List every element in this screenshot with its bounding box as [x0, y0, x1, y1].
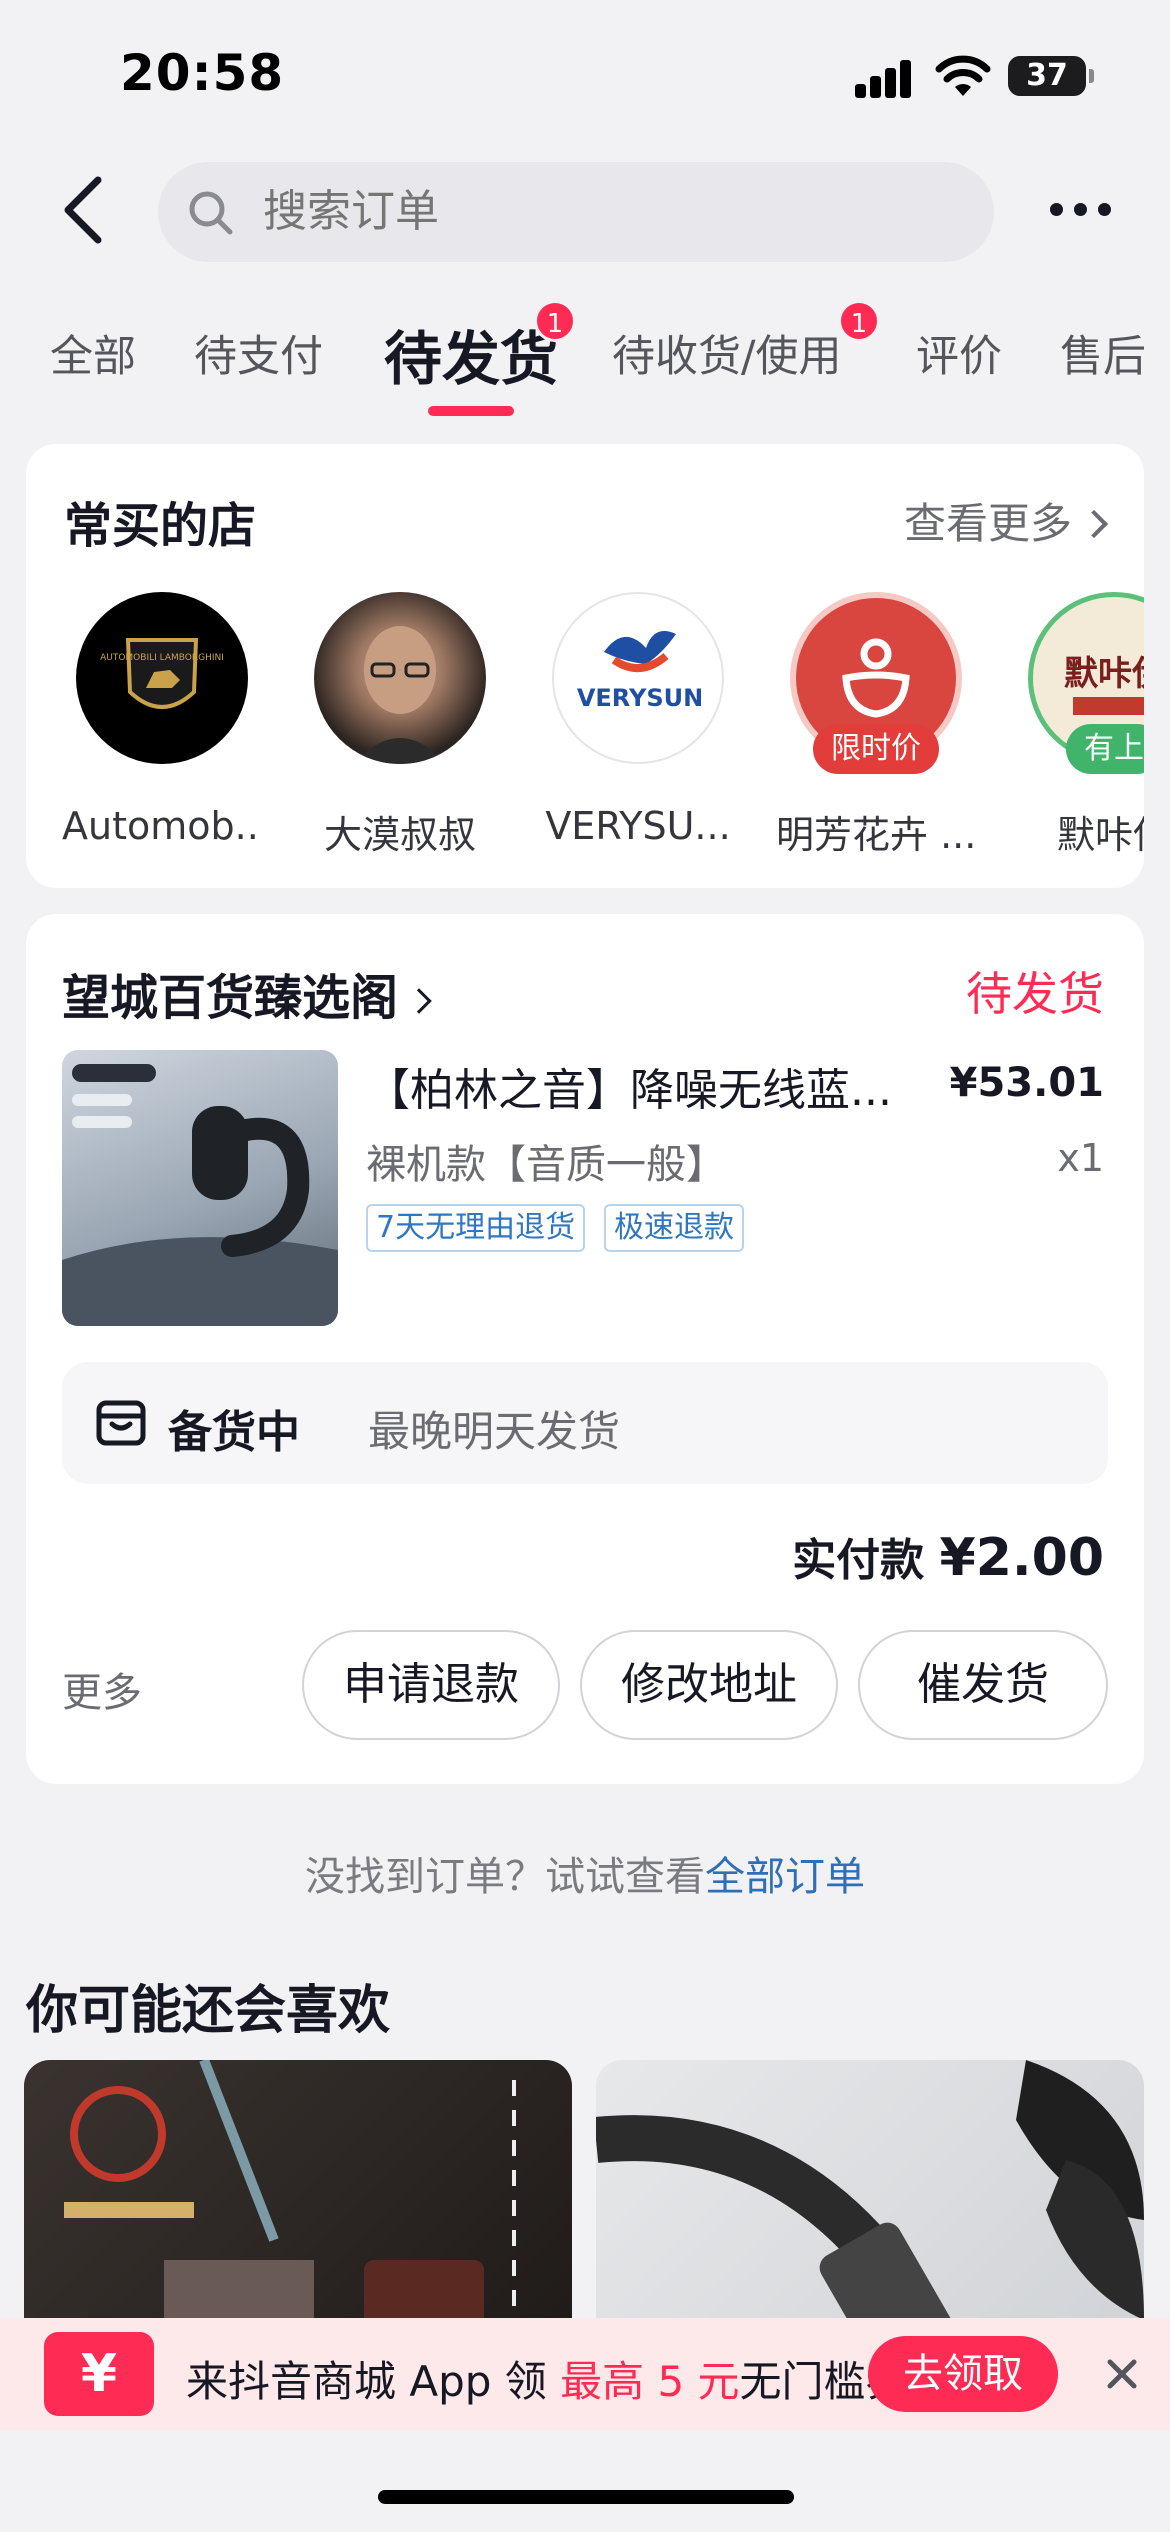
new-arrival-badge: 有上 — [1066, 724, 1144, 774]
chevron-right-icon — [406, 988, 432, 1014]
paid-amount: ¥2.00 — [939, 1528, 1104, 1588]
order-tabs: 全部 待支付 待发货 1 待收货/使用 1 评价 售后 — [0, 300, 1170, 420]
coupon-icon: ¥ — [44, 2332, 154, 2416]
tab-all[interactable]: 全部 — [50, 322, 136, 384]
service-tag: 极速退款 — [604, 1204, 744, 1252]
shop-name: 大漠叔叔 — [323, 813, 476, 857]
search-bar[interactable] — [158, 162, 994, 262]
shop-item[interactable]: AUTOMOBILI LAMBORGHINI Automob... — [62, 592, 262, 848]
more-actions-link[interactable]: 更多 — [62, 1660, 142, 1718]
coupon-promo-banner[interactable]: ¥ 来抖音商城 App 领 最高 5 元无门槛券 去领取 — [0, 2318, 1170, 2430]
shop-avatar — [314, 592, 486, 764]
product-title[interactable]: 【柏林之音】降噪无线蓝... — [366, 1054, 926, 1118]
claim-coupon-button[interactable]: 去领取 — [868, 2336, 1058, 2412]
tab-pending-receipt[interactable]: 待收货/使用 — [612, 322, 842, 384]
view-more-link[interactable]: 查看更多 — [903, 490, 1109, 551]
shop-item[interactable]: 大漠叔叔 — [300, 592, 500, 859]
chevron-right-icon — [1079, 509, 1109, 539]
ship-deadline-text: 最晚明天发货 — [368, 1407, 621, 1456]
product-price: ¥53.01 — [949, 1060, 1104, 1106]
logo-text: VERYSUN — [577, 684, 703, 712]
lamborghini-logo-icon: AUTOMOBILI LAMBORGHINI — [100, 638, 224, 709]
status-time: 20:58 — [120, 44, 285, 102]
shop-item[interactable]: 限时价 明芳花卉 ... — [776, 592, 976, 859]
person-photo-icon — [354, 626, 446, 764]
frequent-shops-card: 常买的店 查看更多 AUTOMOBILI LAMBORGHINI Automob… — [26, 444, 1144, 888]
home-indicator[interactable] — [378, 2490, 794, 2504]
tab-badge: 1 — [534, 300, 576, 342]
promo-text: 来抖音商城 App 领 最高 5 元无门槛券 — [186, 2348, 908, 2409]
paid-amount-row: 实付款 ¥2.00 — [792, 1524, 1104, 1588]
verysun-logo-icon: VERYSUN — [577, 631, 703, 712]
service-tag: 7天无理由退货 — [366, 1204, 586, 1252]
order-card[interactable]: 望城百货臻选阁 待发货 【柏林之音】降噪无线蓝... ¥53.01 裸机款【音质… — [26, 914, 1144, 1784]
battery-icon: 37 — [1008, 56, 1094, 96]
more-options-icon[interactable] — [1050, 190, 1112, 230]
shop-item[interactable]: VERYSUN VERYSU... — [538, 592, 738, 848]
package-icon — [96, 1400, 146, 1446]
paid-label: 实付款 — [792, 1535, 925, 1586]
earphone-product-icon — [62, 1064, 338, 1326]
promo-highlight: 最高 5 元 — [560, 2357, 740, 2406]
tab-badge: 1 — [838, 300, 880, 342]
store-name: 望城百货臻选阁 — [62, 970, 399, 1026]
shop-name: 默咔伊 — [1056, 813, 1144, 857]
shipping-status-row[interactable]: 备货中 最晚明天发货 — [62, 1362, 1108, 1484]
product-quantity: x1 — [1057, 1136, 1104, 1180]
store-name-link[interactable]: 望城百货臻选阁 — [62, 958, 432, 1028]
status-bar: 20:58 37 — [0, 0, 1170, 150]
search-icon — [189, 191, 233, 235]
logo-text: AUTOMOBILI LAMBORGHINI — [100, 653, 224, 663]
view-more-label: 查看更多 — [903, 499, 1072, 548]
tab-reviews[interactable]: 评价 — [916, 322, 1002, 384]
tab-pending-shipment[interactable]: 待发货 — [384, 312, 558, 396]
close-icon[interactable] — [1100, 2352, 1144, 2396]
not-found-hint: 没找到订单？试试查看全部订单 — [0, 1844, 1170, 1902]
stock-status-label: 备货中 — [168, 1407, 300, 1458]
shop-name: 明芳花卉 ... — [776, 813, 976, 857]
order-status: 待发货 — [966, 967, 1104, 1021]
shop-avatar: VERYSUN — [552, 592, 724, 764]
product-spec: 裸机款【音质一般】 — [366, 1142, 726, 1188]
urge-shipment-button[interactable]: 催发货 — [858, 1630, 1108, 1740]
limited-price-badge: 限时价 — [813, 724, 939, 774]
section-title: 常买的店 — [64, 498, 257, 554]
recommend-title: 你可能还会喜欢 — [26, 1981, 391, 2041]
all-orders-link[interactable]: 全部订单 — [705, 1854, 865, 1900]
shop-item[interactable]: 默咔伊 有上 默咔伊 — [1014, 592, 1144, 859]
not-found-text: 没找到订单？试试查看 — [305, 1854, 705, 1900]
back-arrow-icon[interactable] — [50, 170, 120, 250]
active-tab-indicator — [428, 406, 514, 416]
tab-after-sales[interactable]: 售后 — [1060, 322, 1146, 384]
tab-pending-payment[interactable]: 待支付 — [194, 322, 323, 384]
wifi-icon — [935, 55, 991, 96]
shop-name: VERYSU... — [545, 804, 731, 848]
logo-text: 默咔伊 — [1064, 654, 1144, 694]
change-address-button[interactable]: 修改地址 — [580, 1630, 838, 1740]
promo-text-before: 来抖音商城 App 领 — [186, 2357, 561, 2406]
request-refund-button[interactable]: 申请退款 — [302, 1630, 560, 1740]
search-input[interactable] — [263, 162, 963, 262]
product-image[interactable] — [62, 1050, 338, 1326]
cellular-signal-icon — [855, 58, 913, 98]
shop-avatar: AUTOMOBILI LAMBORGHINI — [76, 592, 248, 764]
shop-name: Automob... — [62, 804, 262, 848]
